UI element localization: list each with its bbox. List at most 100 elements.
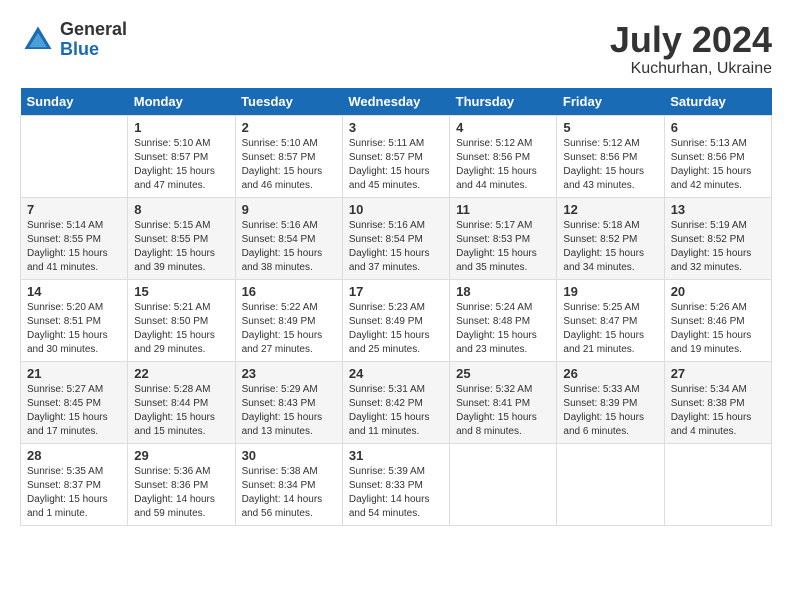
day-number: 16: [242, 284, 336, 299]
header-tuesday: Tuesday: [235, 88, 342, 116]
day-info: Sunrise: 5:16 AMSunset: 8:54 PMDaylight:…: [242, 219, 336, 275]
day-info: Sunrise: 5:13 AMSunset: 8:56 PMDaylight:…: [671, 137, 765, 193]
day-number: 8: [134, 202, 228, 217]
day-info: Sunrise: 5:12 AMSunset: 8:56 PMDaylight:…: [563, 137, 657, 193]
calendar-cell-w2-d2: 8 Sunrise: 5:15 AMSunset: 8:55 PMDaylight…: [128, 197, 235, 279]
day-number: 18: [456, 284, 550, 299]
day-number: 3: [349, 120, 443, 135]
header-friday: Friday: [557, 88, 664, 116]
calendar-cell-w5-d2: 29Sunrise: 5:36 AMSunset: 8:36 PMDayligh…: [128, 443, 235, 525]
calendar-cell-w1-d1: [21, 115, 128, 197]
calendar-cell-w5-d4: 31 Sunrise: 5:39 AMSunset: 8:33 PMDayligh…: [342, 443, 449, 525]
week-row-1: 1 Sunrise: 5:10 AMSunset: 8:57 PMDaylight…: [21, 115, 772, 197]
day-number: 2: [242, 120, 336, 135]
logo-icon: [20, 22, 56, 58]
day-info: Sunrise: 5:10 AMSunset: 8:57 PMDaylight:…: [242, 137, 336, 193]
calendar-cell-w1-d2: 1 Sunrise: 5:10 AMSunset: 8:57 PMDaylight…: [128, 115, 235, 197]
day-number: 13: [671, 202, 765, 217]
day-info: Sunrise: 5:39 AMSunset: 8:33 PMDaylight:…: [349, 465, 443, 521]
calendar-table: Sunday Monday Tuesday Wednesday Thursday…: [20, 88, 772, 526]
day-info: Sunrise: 5:31 AMSunset: 8:42 PMDaylight:…: [349, 383, 443, 439]
day-number: 7: [27, 202, 121, 217]
day-info: Sunrise: 5:12 AMSunset: 8:56 PMDaylight:…: [456, 137, 550, 193]
day-info: Sunrise: 5:23 AMSunset: 8:49 PMDaylight:…: [349, 301, 443, 357]
calendar-cell-w4-d4: 24 Sunrise: 5:31 AMSunset: 8:42 PMDayligh…: [342, 361, 449, 443]
day-info: Sunrise: 5:16 AMSunset: 8:54 PMDaylight:…: [349, 219, 443, 275]
calendar-cell-w5-d3: 30Sunrise: 5:38 AMSunset: 8:34 PMDayligh…: [235, 443, 342, 525]
header-row: Sunday Monday Tuesday Wednesday Thursday…: [21, 88, 772, 116]
calendar-cell-w5-d7: [664, 443, 771, 525]
calendar-cell-w4-d3: 23Sunrise: 5:29 AMSunset: 8:43 PMDayligh…: [235, 361, 342, 443]
day-info: Sunrise: 5:24 AMSunset: 8:48 PMDaylight:…: [456, 301, 550, 357]
day-info: Sunrise: 5:11 AMSunset: 8:57 PMDaylight:…: [349, 137, 443, 193]
calendar-cell-w3-d6: 19 Sunrise: 5:25 AMSunset: 8:47 PMDayligh…: [557, 279, 664, 361]
day-number: 28: [27, 448, 121, 463]
calendar-cell-w3-d4: 17 Sunrise: 5:23 AMSunset: 8:49 PMDayligh…: [342, 279, 449, 361]
calendar-header: Sunday Monday Tuesday Wednesday Thursday…: [21, 88, 772, 116]
calendar-cell-w1-d6: 5Sunrise: 5:12 AMSunset: 8:56 PMDaylight…: [557, 115, 664, 197]
header-monday: Monday: [128, 88, 235, 116]
day-info: Sunrise: 5:25 AMSunset: 8:47 PMDaylight:…: [563, 301, 657, 357]
calendar-cell-w3-d5: 18 Sunrise: 5:24 AMSunset: 8:48 PMDayligh…: [450, 279, 557, 361]
week-row-2: 7 Sunrise: 5:14 AMSunset: 8:55 PMDaylight…: [21, 197, 772, 279]
calendar-cell-w3-d3: 16 Sunrise: 5:22 AMSunset: 8:49 PMDayligh…: [235, 279, 342, 361]
day-info: Sunrise: 5:26 AMSunset: 8:46 PMDaylight:…: [671, 301, 765, 357]
day-info: Sunrise: 5:38 AMSunset: 8:34 PMDaylight:…: [242, 465, 336, 521]
day-number: 26: [563, 366, 657, 381]
day-info: Sunrise: 5:15 AMSunset: 8:55 PMDaylight:…: [134, 219, 228, 275]
page-container: General Blue July 2024 Kuchurhan, Ukrain…: [20, 20, 772, 526]
calendar-cell-w4-d1: 21 Sunrise: 5:27 AMSunset: 8:45 PMDayligh…: [21, 361, 128, 443]
day-info: Sunrise: 5:35 AMSunset: 8:37 PMDaylight:…: [27, 465, 121, 521]
day-number: 17: [349, 284, 443, 299]
day-info: Sunrise: 5:28 AMSunset: 8:44 PMDaylight:…: [134, 383, 228, 439]
calendar-cell-w2-d5: 11 Sunrise: 5:17 AMSunset: 8:53 PMDayligh…: [450, 197, 557, 279]
week-row-3: 14Sunrise: 5:20 AMSunset: 8:51 PMDayligh…: [21, 279, 772, 361]
calendar-cell-w4-d5: 25Sunrise: 5:32 AMSunset: 8:41 PMDayligh…: [450, 361, 557, 443]
day-number: 4: [456, 120, 550, 135]
calendar-cell-w3-d7: 20 Sunrise: 5:26 AMSunset: 8:46 PMDayligh…: [664, 279, 771, 361]
header-wednesday: Wednesday: [342, 88, 449, 116]
day-number: 14: [27, 284, 121, 299]
day-info: Sunrise: 5:32 AMSunset: 8:41 PMDaylight:…: [456, 383, 550, 439]
day-info: Sunrise: 5:22 AMSunset: 8:49 PMDaylight:…: [242, 301, 336, 357]
calendar-cell-w4-d6: 26 Sunrise: 5:33 AMSunset: 8:39 PMDayligh…: [557, 361, 664, 443]
day-number: 1: [134, 120, 228, 135]
week-row-4: 21 Sunrise: 5:27 AMSunset: 8:45 PMDayligh…: [21, 361, 772, 443]
logo-blue: Blue: [60, 40, 127, 60]
day-number: 29: [134, 448, 228, 463]
day-info: Sunrise: 5:10 AMSunset: 8:57 PMDaylight:…: [134, 137, 228, 193]
day-info: Sunrise: 5:18 AMSunset: 8:52 PMDaylight:…: [563, 219, 657, 275]
logo: General Blue: [20, 20, 127, 60]
day-number: 24: [349, 366, 443, 381]
calendar-body: 1 Sunrise: 5:10 AMSunset: 8:57 PMDaylight…: [21, 115, 772, 525]
day-number: 10: [349, 202, 443, 217]
calendar-cell-w4-d7: 27Sunrise: 5:34 AMSunset: 8:38 PMDayligh…: [664, 361, 771, 443]
day-number: 22: [134, 366, 228, 381]
header: General Blue July 2024 Kuchurhan, Ukrain…: [20, 20, 772, 78]
header-saturday: Saturday: [664, 88, 771, 116]
day-number: 27: [671, 366, 765, 381]
logo-general: General: [60, 20, 127, 40]
header-thursday: Thursday: [450, 88, 557, 116]
day-number: 20: [671, 284, 765, 299]
calendar-cell-w2-d3: 9Sunrise: 5:16 AMSunset: 8:54 PMDaylight…: [235, 197, 342, 279]
day-number: 12: [563, 202, 657, 217]
day-info: Sunrise: 5:21 AMSunset: 8:50 PMDaylight:…: [134, 301, 228, 357]
day-number: 21: [27, 366, 121, 381]
calendar-cell-w2-d1: 7 Sunrise: 5:14 AMSunset: 8:55 PMDaylight…: [21, 197, 128, 279]
calendar-cell-w2-d4: 10 Sunrise: 5:16 AMSunset: 8:54 PMDayligh…: [342, 197, 449, 279]
calendar-cell-w3-d1: 14Sunrise: 5:20 AMSunset: 8:51 PMDayligh…: [21, 279, 128, 361]
day-number: 15: [134, 284, 228, 299]
day-info: Sunrise: 5:14 AMSunset: 8:55 PMDaylight:…: [27, 219, 121, 275]
day-number: 31: [349, 448, 443, 463]
day-info: Sunrise: 5:33 AMSunset: 8:39 PMDaylight:…: [563, 383, 657, 439]
calendar-cell-w5-d5: [450, 443, 557, 525]
day-number: 11: [456, 202, 550, 217]
day-info: Sunrise: 5:17 AMSunset: 8:53 PMDaylight:…: [456, 219, 550, 275]
day-number: 19: [563, 284, 657, 299]
day-info: Sunrise: 5:27 AMSunset: 8:45 PMDaylight:…: [27, 383, 121, 439]
day-number: 23: [242, 366, 336, 381]
calendar-cell-w4-d2: 22 Sunrise: 5:28 AMSunset: 8:44 PMDayligh…: [128, 361, 235, 443]
calendar-cell-w1-d3: 2 Sunrise: 5:10 AMSunset: 8:57 PMDaylight…: [235, 115, 342, 197]
header-sunday: Sunday: [21, 88, 128, 116]
